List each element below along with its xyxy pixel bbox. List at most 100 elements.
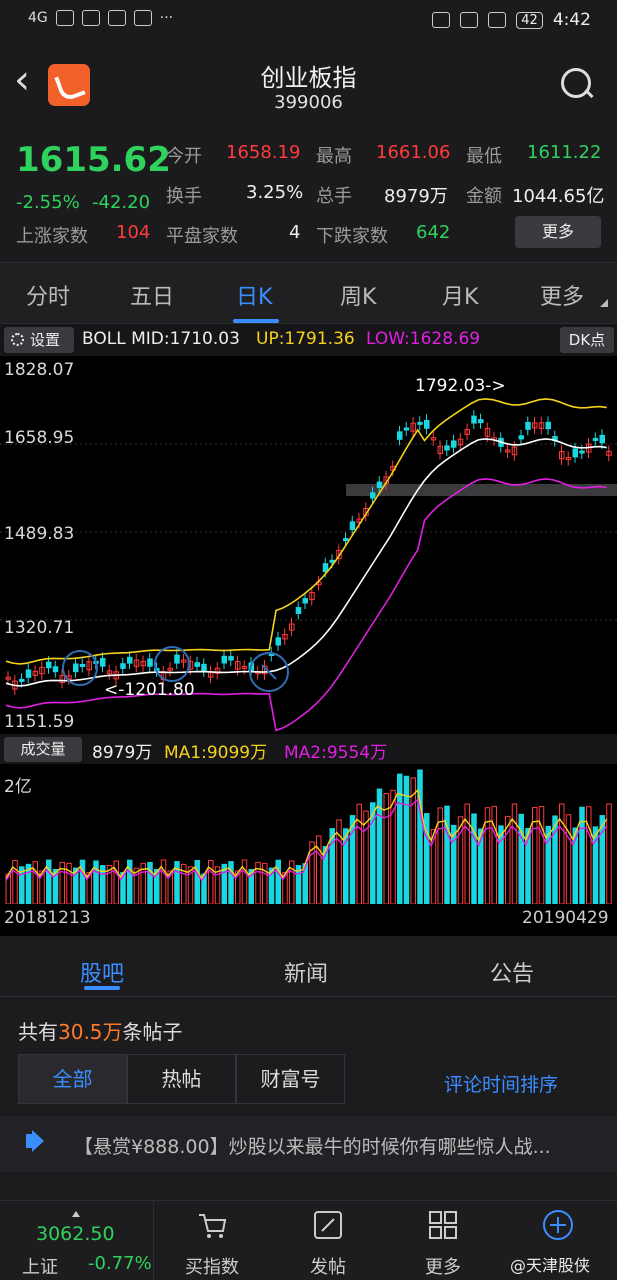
add-button[interactable] — [518, 1209, 598, 1245]
filter-all[interactable]: 全部 — [18, 1054, 127, 1104]
tab-five-day[interactable]: 五日 — [130, 279, 174, 311]
shanghai-index[interactable]: 3062.50 上证 -0.77% — [0, 1201, 154, 1280]
index-name: 上证 — [22, 1257, 58, 1278]
candle — [302, 597, 308, 604]
low-value: 1611.22 — [527, 142, 602, 163]
tab-weekly-k[interactable]: 周K — [340, 279, 376, 311]
filter-wealth[interactable]: 财富号 — [236, 1054, 345, 1104]
candle — [201, 663, 207, 672]
candle — [572, 448, 578, 458]
tab-monthly-k[interactable]: 月K — [442, 279, 478, 311]
date-axis: 20181213 20190429 — [0, 904, 617, 936]
post-count-prefix: 共有 — [18, 1020, 58, 1044]
candle — [194, 662, 200, 667]
low-label: 最低 — [466, 146, 502, 167]
status-bar: 4G ··· 42 4:42 — [0, 0, 617, 44]
notification-icon — [81, 10, 100, 26]
eye-icon — [432, 12, 451, 28]
more-button[interactable]: 更多 — [515, 216, 601, 248]
dk-button[interactable]: DK点 — [560, 327, 614, 353]
fall-value: 642 — [416, 222, 451, 243]
candle — [370, 492, 376, 499]
flat-label: 平盘家数 — [166, 226, 238, 247]
tab-guba[interactable]: 股吧 — [80, 956, 124, 988]
candle — [349, 521, 356, 530]
candle — [518, 435, 524, 440]
candles — [5, 410, 612, 696]
amount-value: 1044.65亿 — [512, 186, 605, 207]
candle — [322, 563, 329, 572]
boll-up: UP:1791.36 — [256, 329, 355, 349]
gear-icon — [11, 333, 24, 346]
candle — [592, 437, 599, 441]
active-tab-indicator — [233, 319, 279, 323]
candle — [295, 607, 302, 615]
clock: 4:42 — [552, 10, 591, 30]
cloud-icon — [133, 10, 152, 26]
buy-index-button[interactable]: 买指数 — [172, 1209, 252, 1279]
index-value: 3062.50 — [36, 1223, 115, 1245]
candle — [525, 421, 531, 430]
price-axis-label: 1320.71 — [4, 618, 75, 638]
sort-dropdown[interactable]: 评论时间排序 — [444, 1070, 558, 1097]
change-percent: -2.55% — [16, 192, 80, 213]
start-date: 20181213 — [4, 908, 91, 928]
flat-value: 4 — [289, 222, 301, 243]
candle — [444, 445, 450, 451]
wifi-icon — [55, 10, 74, 26]
open-value: 1658.19 — [226, 142, 301, 163]
tab-announcements[interactable]: 公告 — [490, 956, 534, 988]
kline-chart[interactable]: 1828.07 1658.95 1489.83 1320.71 1151.59 … — [0, 356, 617, 734]
candle — [120, 663, 126, 669]
divider — [0, 996, 617, 997]
fall-label: 下跌家数 — [316, 226, 388, 247]
candle — [275, 637, 281, 646]
volume-chart[interactable]: 2亿 — [0, 764, 617, 904]
buy-index-label: 买指数 — [185, 1257, 239, 1278]
tab-news[interactable]: 新闻 — [284, 956, 328, 988]
filter-hot[interactable]: 热帖 — [127, 1054, 236, 1104]
index-name: 创业板指 — [260, 64, 357, 92]
post-count: 共有30.5万条帖子 — [18, 1016, 183, 1045]
more-nav-label: 更多 — [425, 1257, 461, 1278]
low-annotation: <-1201.80 — [104, 680, 195, 700]
search-icon[interactable] — [559, 66, 595, 102]
candle — [471, 415, 477, 424]
candle — [79, 663, 86, 667]
post-button[interactable]: 发帖 — [288, 1209, 368, 1279]
tab-more[interactable]: 更多 — [540, 279, 584, 311]
price-axis-label: 1828.07 — [4, 360, 75, 380]
speaker-icon — [26, 1134, 36, 1148]
post-count-number: 30.5万 — [58, 1020, 123, 1044]
volume-header: 成交量 8979万 MA1:9099万 MA2:9554万 — [0, 734, 617, 764]
index-percent: -0.77% — [88, 1253, 152, 1274]
index-code: 399006 — [274, 92, 343, 113]
candle — [73, 663, 79, 673]
cart-icon — [199, 1214, 227, 1238]
volume-button[interactable]: 成交量 — [4, 737, 82, 762]
signal-indicator: 4G — [28, 10, 48, 26]
active-section-indicator — [84, 986, 120, 990]
candle — [25, 669, 32, 678]
candle — [579, 450, 585, 454]
candle — [147, 658, 153, 667]
app-icon — [107, 10, 126, 26]
tab-intraday[interactable]: 分时 — [26, 279, 70, 311]
more-nav-button[interactable]: 更多 — [403, 1209, 483, 1279]
high-label: 最高 — [316, 146, 352, 167]
kline-svg — [0, 398, 617, 732]
boll-low: LOW:1628.69 — [366, 329, 481, 349]
settings-button[interactable]: 设置 — [4, 327, 74, 353]
candle — [221, 655, 227, 664]
header: ‹ 创业板指 399006 — [0, 44, 617, 126]
quote-panel: 1615.62 -2.55% -42.20 今开 1658.19 最高 1661… — [0, 126, 617, 262]
candle — [174, 654, 180, 664]
notice-banner[interactable]: 【悬赏¥888.00】炒股以来最牛的时候你有哪些惊人战... — [0, 1116, 617, 1172]
tab-daily-k[interactable]: 日K — [236, 279, 272, 311]
more-notifications-icon: ··· — [159, 10, 174, 26]
candle — [451, 440, 457, 448]
candle — [46, 661, 52, 669]
volume-svg — [5, 769, 612, 904]
candle — [376, 481, 383, 488]
high-annotation: 1792.03-> — [415, 376, 506, 396]
